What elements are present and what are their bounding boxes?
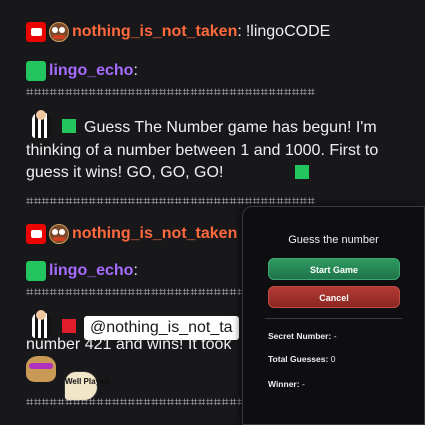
sword-badge-icon[interactable] <box>26 261 46 281</box>
guess-number-panel: Guess the number Start Game Cancel Secre… <box>242 206 425 425</box>
secret-number-value: - <box>333 331 337 341</box>
total-guesses-stat: Total Guesses: 0 <box>268 354 335 364</box>
cancel-button[interactable]: Cancel <box>268 286 400 308</box>
colon: : <box>237 23 242 40</box>
total-guesses-value: 0 <box>330 354 336 364</box>
start-game-button[interactable]: Start Game <box>268 258 400 280</box>
total-guesses-label: Total Guesses: <box>268 354 329 364</box>
colon: : <box>133 262 138 279</box>
broadcaster-badge-icon[interactable] <box>26 22 46 42</box>
sword-badge-icon[interactable] <box>26 61 46 81</box>
message-text: !lingoCODE <box>245 23 331 40</box>
colon: : <box>133 62 138 79</box>
referee-emote-icon <box>26 110 56 140</box>
message-text: Guess The Number game has begun! I'm thi… <box>26 119 379 181</box>
secret-number-stat: Secret Number: - <box>268 331 337 341</box>
winner-value: - <box>301 379 305 389</box>
chat-message: nothing_is_not_taken <box>26 223 237 245</box>
winner-label: Winner: <box>268 379 300 389</box>
secret-number-label: Secret Number: <box>268 331 332 341</box>
panel-divider <box>265 318 402 319</box>
cat-sunglasses-emote-icon <box>26 356 56 382</box>
chat-message-header: lingo_echo : <box>26 60 138 82</box>
divider-line: ⌗⌗⌗⌗⌗⌗⌗⌗⌗⌗⌗⌗⌗⌗⌗⌗⌗⌗⌗⌗⌗⌗⌗⌗⌗⌗⌗⌗⌗⌗⌗⌗⌗⌗⌗⌗⌗ <box>26 85 316 100</box>
green-square-icon <box>295 165 309 179</box>
owl-badge-icon[interactable] <box>49 22 69 42</box>
owl-badge-icon[interactable] <box>49 224 69 244</box>
message-end <box>295 152 315 185</box>
chat-message-header: lingo_echo : <box>26 260 138 282</box>
green-square-icon <box>62 119 76 133</box>
username[interactable]: nothing_is_not_taken <box>72 23 237 41</box>
chat-message: nothing_is_not_taken : !lingoCODE <box>26 21 330 43</box>
red-square-icon <box>62 319 76 333</box>
message-text-block: Guess The Number game has begun! I'm thi… <box>26 110 396 184</box>
broadcaster-badge-icon[interactable] <box>26 224 46 244</box>
username[interactable]: lingo_echo <box>49 62 133 80</box>
winner-stat: Winner: - <box>268 379 305 389</box>
panel-title: Guess the number <box>288 234 379 246</box>
username[interactable]: nothing_is_not_taken <box>72 225 237 243</box>
username[interactable]: lingo_echo <box>49 262 133 280</box>
